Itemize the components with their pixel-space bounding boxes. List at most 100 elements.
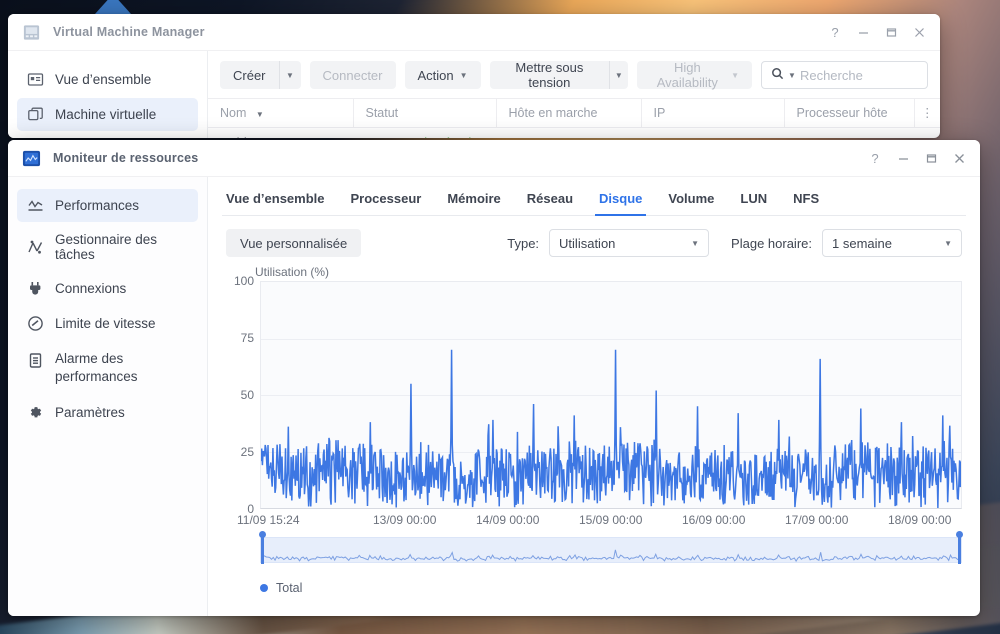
vmm-main-panel: Créer ▼ Connecter Action ▼ Mettre sous t… (208, 51, 940, 138)
sidebar-item-label: Limite de vitesse (55, 316, 156, 331)
cell-ip: - (641, 128, 784, 139)
cell-statut: En cours d’exécution (353, 128, 496, 139)
help-icon[interactable]: ? (822, 19, 848, 45)
type-select[interactable]: Utilisation ▼ (549, 229, 709, 257)
tab-volume[interactable]: Volume (668, 191, 714, 215)
rm-window-controls: ? (862, 145, 972, 171)
range-label: Plage horaire: (731, 236, 812, 251)
resource-monitor-icon (22, 149, 41, 168)
sidebar-item-virtual-machine[interactable]: Machine virtuelle (17, 98, 198, 131)
column-header-statut[interactable]: Statut (353, 99, 496, 128)
cell-cpu: 0 % (784, 128, 914, 139)
x-tick-label: 15/09 00:00 (579, 513, 642, 527)
wallpaper-streak (498, 0, 1000, 4)
high-availability-button[interactable]: High Availability ▼ (637, 61, 753, 89)
rm-tab-bar: Vue d’ensemble Processeur Mémoire Réseau… (222, 177, 966, 216)
vmm-sidebar: Vue d’ensemble Machine virtuelle (8, 51, 208, 138)
maximize-icon[interactable] (878, 19, 904, 45)
search-placeholder: Recherche (800, 68, 863, 83)
cell-hote: Syno (496, 128, 641, 139)
x-tick-label: 11/09 15:24 (237, 513, 300, 527)
rm-main-panel: Vue d’ensemble Processeur Mémoire Réseau… (208, 177, 980, 616)
legend-label: Total (276, 581, 302, 595)
tab-vue-densemble[interactable]: Vue d’ensemble (226, 191, 325, 215)
tab-nfs[interactable]: NFS (793, 191, 819, 215)
column-header-cpu[interactable]: Processeur hôte (784, 99, 914, 128)
sidebar-item-connexions[interactable]: Connexions (17, 272, 198, 305)
sidebar-item-limite-de-vitesse[interactable]: Limite de vitesse (17, 307, 198, 340)
vmm-titlebar: Virtual Machine Manager ? (8, 14, 940, 51)
chevron-down-icon[interactable]: ▼ (609, 61, 627, 89)
y-tick-label: 25 (222, 445, 254, 459)
y-tick-label: 75 (222, 331, 254, 345)
type-label: Type: (507, 236, 539, 251)
vm-icon (27, 106, 44, 123)
chart-series-total (261, 282, 961, 508)
high-availability-label: High Availability (650, 60, 726, 90)
close-icon[interactable] (946, 145, 972, 171)
search-icon (771, 67, 784, 83)
vm-table: Nom ▼ Statut Hôte en marche IP Processeu… (208, 98, 940, 138)
create-button[interactable]: Créer (220, 61, 279, 89)
range-preview-series (261, 538, 961, 562)
sidebar-item-label: Connexions (55, 281, 126, 296)
x-tick-label: 17/09 00:00 (785, 513, 848, 527)
chart-plot-area[interactable] (260, 281, 962, 509)
minimize-icon[interactable] (850, 19, 876, 45)
tab-reseau[interactable]: Réseau (527, 191, 573, 215)
range-handle-right[interactable] (958, 534, 961, 564)
maximize-icon[interactable] (918, 145, 944, 171)
chevron-down-icon: ▼ (460, 71, 468, 80)
table-row[interactable]: DebiOx En cours d’exécution Syno - 0 % (208, 128, 940, 139)
chevron-down-icon[interactable]: ▼ (279, 61, 301, 89)
sidebar-item-alarme-des-performances[interactable]: Alarme des performances (17, 342, 198, 394)
create-split-button[interactable]: Créer ▼ (220, 61, 301, 89)
column-header-hote[interactable]: Hôte en marche (496, 99, 641, 128)
action-button[interactable]: Action ▼ (405, 61, 481, 89)
vmm-title: Virtual Machine Manager (53, 25, 205, 39)
cell-nom: DebiOx (208, 128, 353, 139)
sidebar-item-label: Machine virtuelle (55, 107, 156, 122)
minimize-icon[interactable] (890, 145, 916, 171)
vmm-window-controls: ? (822, 19, 932, 45)
power-on-split-button[interactable]: Mettre sous tension ▼ (490, 61, 628, 89)
column-options-icon[interactable]: ⋮ (914, 99, 940, 128)
table-header-row: Nom ▼ Statut Hôte en marche IP Processeu… (208, 99, 940, 128)
column-header-nom[interactable]: Nom ▼ (208, 99, 353, 128)
power-on-button[interactable]: Mettre sous tension (490, 61, 610, 89)
custom-view-button[interactable]: Vue personnalisée (226, 229, 361, 257)
column-header-ip[interactable]: IP (641, 99, 784, 128)
chart-legend: Total (260, 581, 302, 595)
range-handle-left[interactable] (261, 534, 264, 564)
rm-titlebar: Moniteur de ressources ? (8, 140, 980, 177)
help-icon[interactable]: ? (862, 145, 888, 171)
close-icon[interactable] (906, 19, 932, 45)
virtual-machine-manager-window: Virtual Machine Manager ? (8, 14, 940, 138)
chevron-down-icon: ▼ (677, 239, 699, 248)
y-tick-label: 100 (222, 274, 254, 288)
y-tick-label: 50 (222, 388, 254, 402)
chart-y-axis-title: Utilisation (%) (255, 265, 329, 279)
legend-color-dot (260, 584, 268, 592)
sidebar-item-performances[interactable]: Performances (17, 189, 198, 222)
chart-range-selector[interactable] (260, 537, 962, 563)
speedometer-icon (27, 315, 44, 332)
connect-button[interactable]: Connecter (310, 61, 396, 89)
tab-memoire[interactable]: Mémoire (447, 191, 500, 215)
search-input[interactable]: ▼ Recherche (761, 61, 928, 89)
time-range-select[interactable]: 1 semaine ▼ (822, 229, 962, 257)
rm-sidebar: Performances Gestionnaire des tâches (8, 177, 208, 616)
tab-processeur[interactable]: Processeur (351, 191, 422, 215)
sidebar-item-overview[interactable]: Vue d’ensemble (17, 63, 198, 96)
tab-lun[interactable]: LUN (740, 191, 767, 215)
tab-disque[interactable]: Disque (599, 191, 642, 215)
sidebar-item-parametres[interactable]: Paramètres (17, 396, 198, 429)
sidebar-item-task-manager[interactable]: Gestionnaire des tâches (17, 224, 198, 270)
sidebar-item-label: Paramètres (55, 405, 125, 420)
disk-utilization-chart: Utilisation (%) 100 75 50 25 0 (222, 263, 966, 616)
sidebar-item-label: Performances (55, 198, 139, 213)
sidebar-item-label: Vue d’ensemble (55, 72, 151, 87)
chevron-down-icon: ▼ (788, 71, 796, 80)
chart-y-axis: 100 75 50 25 0 (222, 281, 254, 509)
x-tick-label: 18/09 00:00 (888, 513, 951, 527)
